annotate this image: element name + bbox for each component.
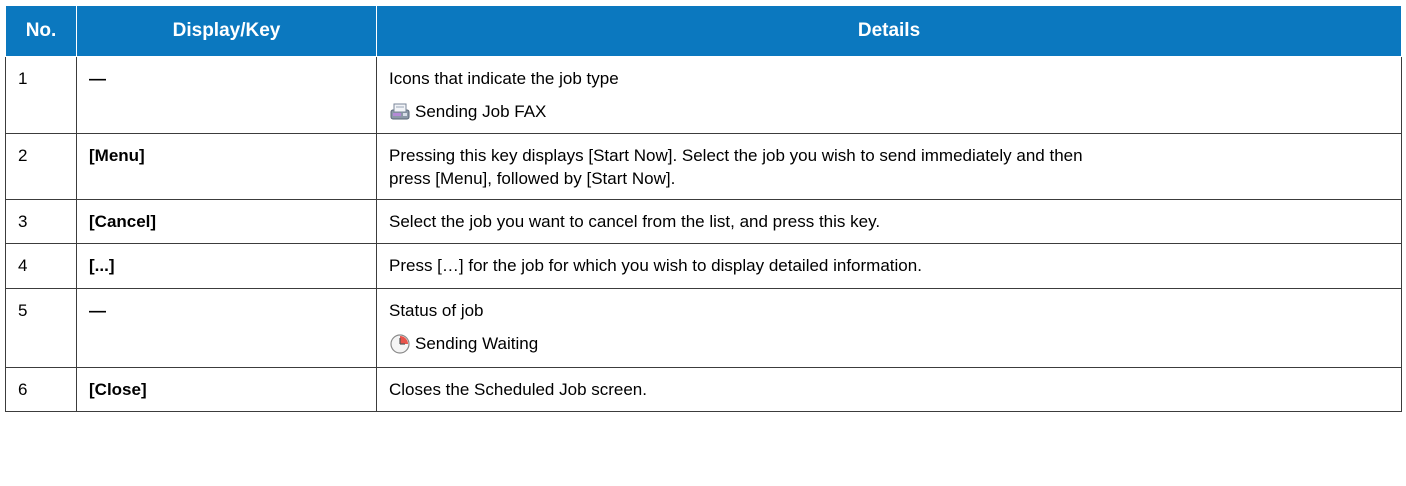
sub-label: Sending Waiting [415,334,539,353]
row-key: [Close] [76,367,377,412]
details-text: Press […] for the job for which you wish… [389,256,922,275]
row-no: 3 [5,199,77,244]
details-text-line2: press [Menu], followed by [Start Now]. [389,169,676,188]
row-no: 6 [5,367,77,412]
table-row: 3 [Cancel] Select the job you want to ca… [5,199,1402,244]
row-key: [Cancel] [76,199,377,244]
job-status-indicator: Sending Waiting [389,332,1389,355]
row-no: 2 [5,133,77,200]
fax-icon [390,103,410,119]
row-details: Closes the Scheduled Job screen. [376,367,1402,412]
details-text: Status of job [389,301,484,320]
clock-icon [390,333,410,354]
sub-label: Sending Job FAX [415,102,547,121]
table-row: 2 [Menu] Pressing this key displays [Sta… [5,133,1402,200]
row-no: 4 [5,243,77,289]
row-key: — [76,288,377,368]
table-row: 6 [Close] Closes the Scheduled Job scree… [5,367,1402,412]
row-details: Status of job Sending Waiting [376,288,1402,368]
header-display-key: Display/Key [76,5,377,57]
details-text: Icons that indicate the job type [389,69,619,88]
row-details: Select the job you want to cancel from t… [376,199,1402,244]
row-key: — [76,56,377,134]
row-no: 1 [5,56,77,134]
row-details: Pressing this key displays [Start Now]. … [376,133,1402,200]
table-row: 4 [...] Press […] for the job for which … [5,243,1402,289]
details-text: Select the job you want to cancel from t… [389,212,881,231]
row-details: Icons that indicate the job type Sending… [376,56,1402,134]
table-row: 5 — Status of job Sending Waiting [5,288,1402,368]
header-no: No. [5,5,77,57]
job-type-indicator: Sending Job FAX [389,100,1389,123]
details-text-line1: Pressing this key displays [Start Now]. … [389,146,1083,165]
header-details: Details [376,5,1402,57]
row-key: [...] [76,243,377,289]
row-key: [Menu] [76,133,377,200]
row-details: Press […] for the job for which you wish… [376,243,1402,289]
details-text: Closes the Scheduled Job screen. [389,380,647,399]
job-details-table: No. Display/Key Details 1 — Icons that i… [5,5,1402,412]
table-row: 1 — Icons that indicate the job type Sen… [5,56,1402,134]
row-no: 5 [5,288,77,368]
header-row: No. Display/Key Details [5,5,1402,57]
